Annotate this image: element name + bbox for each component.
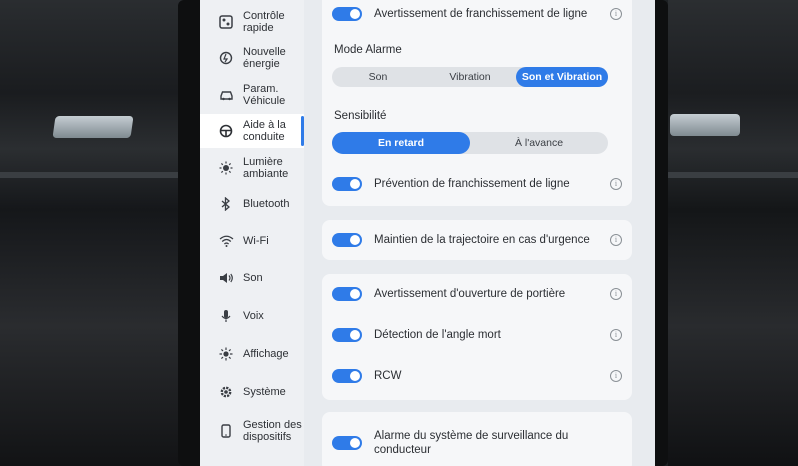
sidebar-item-label: énergie — [243, 58, 280, 70]
sensitivity-title: Sensibilité — [334, 110, 387, 122]
car-icon — [216, 85, 236, 105]
rcw-label: RCW — [374, 370, 402, 382]
sidebar-item-label: Lumière — [243, 156, 283, 168]
info-icon[interactable]: i — [610, 370, 622, 382]
microphone-icon — [216, 306, 236, 326]
sidebar-item-label: Voix — [243, 310, 264, 322]
sidebar-item-label: Wi-Fi — [243, 235, 269, 247]
sensitivity-option-late[interactable]: En retard — [332, 132, 470, 154]
sidebar-item-label: Affichage — [243, 348, 289, 360]
info-icon[interactable]: i — [610, 329, 622, 341]
sidebar-item-display[interactable]: Affichage — [200, 343, 304, 365]
info-icon[interactable]: i — [610, 178, 622, 190]
alarm-mode-selector: Son Vibration Son et Vibration — [332, 67, 608, 87]
sidebar-item-label: ambiante — [243, 168, 289, 180]
sidebar-item-system[interactable]: Système — [200, 381, 304, 403]
alarm-option-vibration[interactable]: Vibration — [424, 67, 516, 87]
sidebar-item-device-management[interactable]: Gestion des dispositifs — [200, 414, 304, 448]
lane-departure-card: Avertissement de franchissement de ligne… — [322, 0, 632, 206]
sidebar-item-vehicle-settings[interactable]: Param. Véhicule — [200, 78, 304, 112]
dashboard-trim-left — [0, 172, 196, 178]
blind-spot-toggle[interactable] — [332, 328, 362, 342]
gear-icon — [216, 382, 236, 402]
sidebar-item-bluetooth[interactable]: Bluetooth — [200, 193, 304, 215]
quick-control-icon — [216, 12, 236, 32]
sensitivity-selector: En retard À l'avance — [332, 132, 608, 154]
alerts-card: Avertissement d'ouverture de portière i … — [322, 274, 632, 400]
sidebar-item-label: Gestion des — [243, 419, 302, 431]
emergency-lane-keeping-card: Maintien de la trajectoire en cas d'urge… — [322, 220, 632, 260]
sidebar-item-label: rapide — [243, 22, 274, 34]
emergency-lane-keeping-row: Maintien de la trajectoire en cas d'urge… — [332, 230, 622, 250]
emergency-lane-keeping-toggle[interactable] — [332, 233, 362, 247]
sidebar-item-wifi[interactable]: Wi-Fi — [200, 230, 304, 252]
emergency-lane-keeping-label: Maintien de la trajectoire en cas d'urge… — [374, 234, 590, 246]
info-icon[interactable]: i — [610, 8, 622, 20]
lane-prevention-label: Prévention de franchissement de ligne — [374, 178, 570, 190]
sidebar-item-label: Param. — [243, 83, 279, 95]
sidebar-item-label: Véhicule — [243, 95, 286, 107]
air-vent-right — [670, 114, 740, 136]
sidebar-item-label: Son — [243, 272, 263, 284]
sidebar-item-label: conduite — [243, 131, 285, 143]
speaker-icon — [216, 268, 236, 288]
alarm-option-sound[interactable]: Son — [332, 67, 424, 87]
wifi-icon — [216, 231, 236, 251]
driver-monitoring-row: Alarme du système de surveillance du cond… — [332, 428, 622, 458]
sidebar-item-quick-control[interactable]: Contrôle rapide — [200, 6, 304, 38]
dashboard-left — [0, 0, 196, 466]
energy-icon — [216, 48, 236, 68]
dashboard-right — [668, 0, 798, 466]
sidebar-item-label: Contrôle — [243, 10, 285, 22]
steering-wheel-icon — [216, 121, 236, 141]
sidebar-item-new-energy[interactable]: Nouvelle énergie — [200, 42, 304, 74]
sidebar-item-label: Nouvelle — [243, 46, 286, 58]
rcw-row: RCW i — [332, 366, 622, 386]
sensitivity-option-early[interactable]: À l'avance — [470, 132, 608, 154]
driver-monitoring-label-line2: conducteur — [374, 444, 431, 456]
driver-monitoring-label: Alarme du système de surveillance du cond… — [374, 429, 622, 457]
lane-departure-warning-label: Avertissement de franchissement de ligne — [374, 8, 588, 20]
sidebar-item-driving-assistance[interactable]: Aide à la conduite — [200, 114, 304, 148]
lane-departure-warning-toggle[interactable] — [332, 7, 362, 21]
bluetooth-icon — [216, 194, 236, 214]
settings-sidebar: Contrôle rapide Nouvelle énergie Param. Véh… — [200, 0, 304, 466]
blind-spot-row: Détection de l'angle mort i — [332, 325, 622, 345]
alarm-mode-title: Mode Alarme — [334, 44, 402, 56]
lane-prevention-toggle[interactable] — [332, 177, 362, 191]
blind-spot-label: Détection de l'angle mort — [374, 329, 501, 341]
air-vent-left — [52, 116, 134, 138]
sidebar-item-label: Bluetooth — [243, 198, 290, 210]
sidebar-item-label: Système — [243, 386, 286, 398]
device-icon — [216, 421, 236, 441]
info-icon[interactable]: i — [610, 234, 622, 246]
rcw-toggle[interactable] — [332, 369, 362, 383]
info-icon[interactable]: i — [610, 288, 622, 300]
light-icon — [216, 158, 236, 178]
sidebar-item-sound[interactable]: Son — [200, 267, 304, 289]
sidebar-item-ambient-light[interactable]: Lumière ambiante — [200, 152, 304, 184]
settings-screen: Contrôle rapide Nouvelle énergie Param. Véh… — [200, 0, 655, 466]
sidebar-item-label: dispositifs — [243, 431, 292, 443]
driver-monitoring-card: Alarme du système de surveillance du cond… — [322, 412, 632, 466]
lane-prevention-row: Prévention de franchissement de ligne i — [332, 174, 622, 194]
door-opening-warning-toggle[interactable] — [332, 287, 362, 301]
door-opening-warning-label: Avertissement d'ouverture de portière — [374, 288, 566, 300]
lane-departure-warning-row: Avertissement de franchissement de ligne… — [332, 4, 622, 24]
alarm-option-sound-vibration[interactable]: Son et Vibration — [516, 67, 608, 87]
driver-monitoring-toggle[interactable] — [332, 436, 362, 450]
dashboard-trim-right — [668, 172, 798, 178]
sidebar-item-label: Aide à la — [243, 119, 286, 131]
driver-monitoring-label-line1: Alarme du système de surveillance du — [374, 430, 569, 442]
brightness-icon — [216, 344, 236, 364]
sidebar-item-voice[interactable]: Voix — [200, 305, 304, 327]
door-opening-warning-row: Avertissement d'ouverture de portière i — [332, 284, 622, 304]
